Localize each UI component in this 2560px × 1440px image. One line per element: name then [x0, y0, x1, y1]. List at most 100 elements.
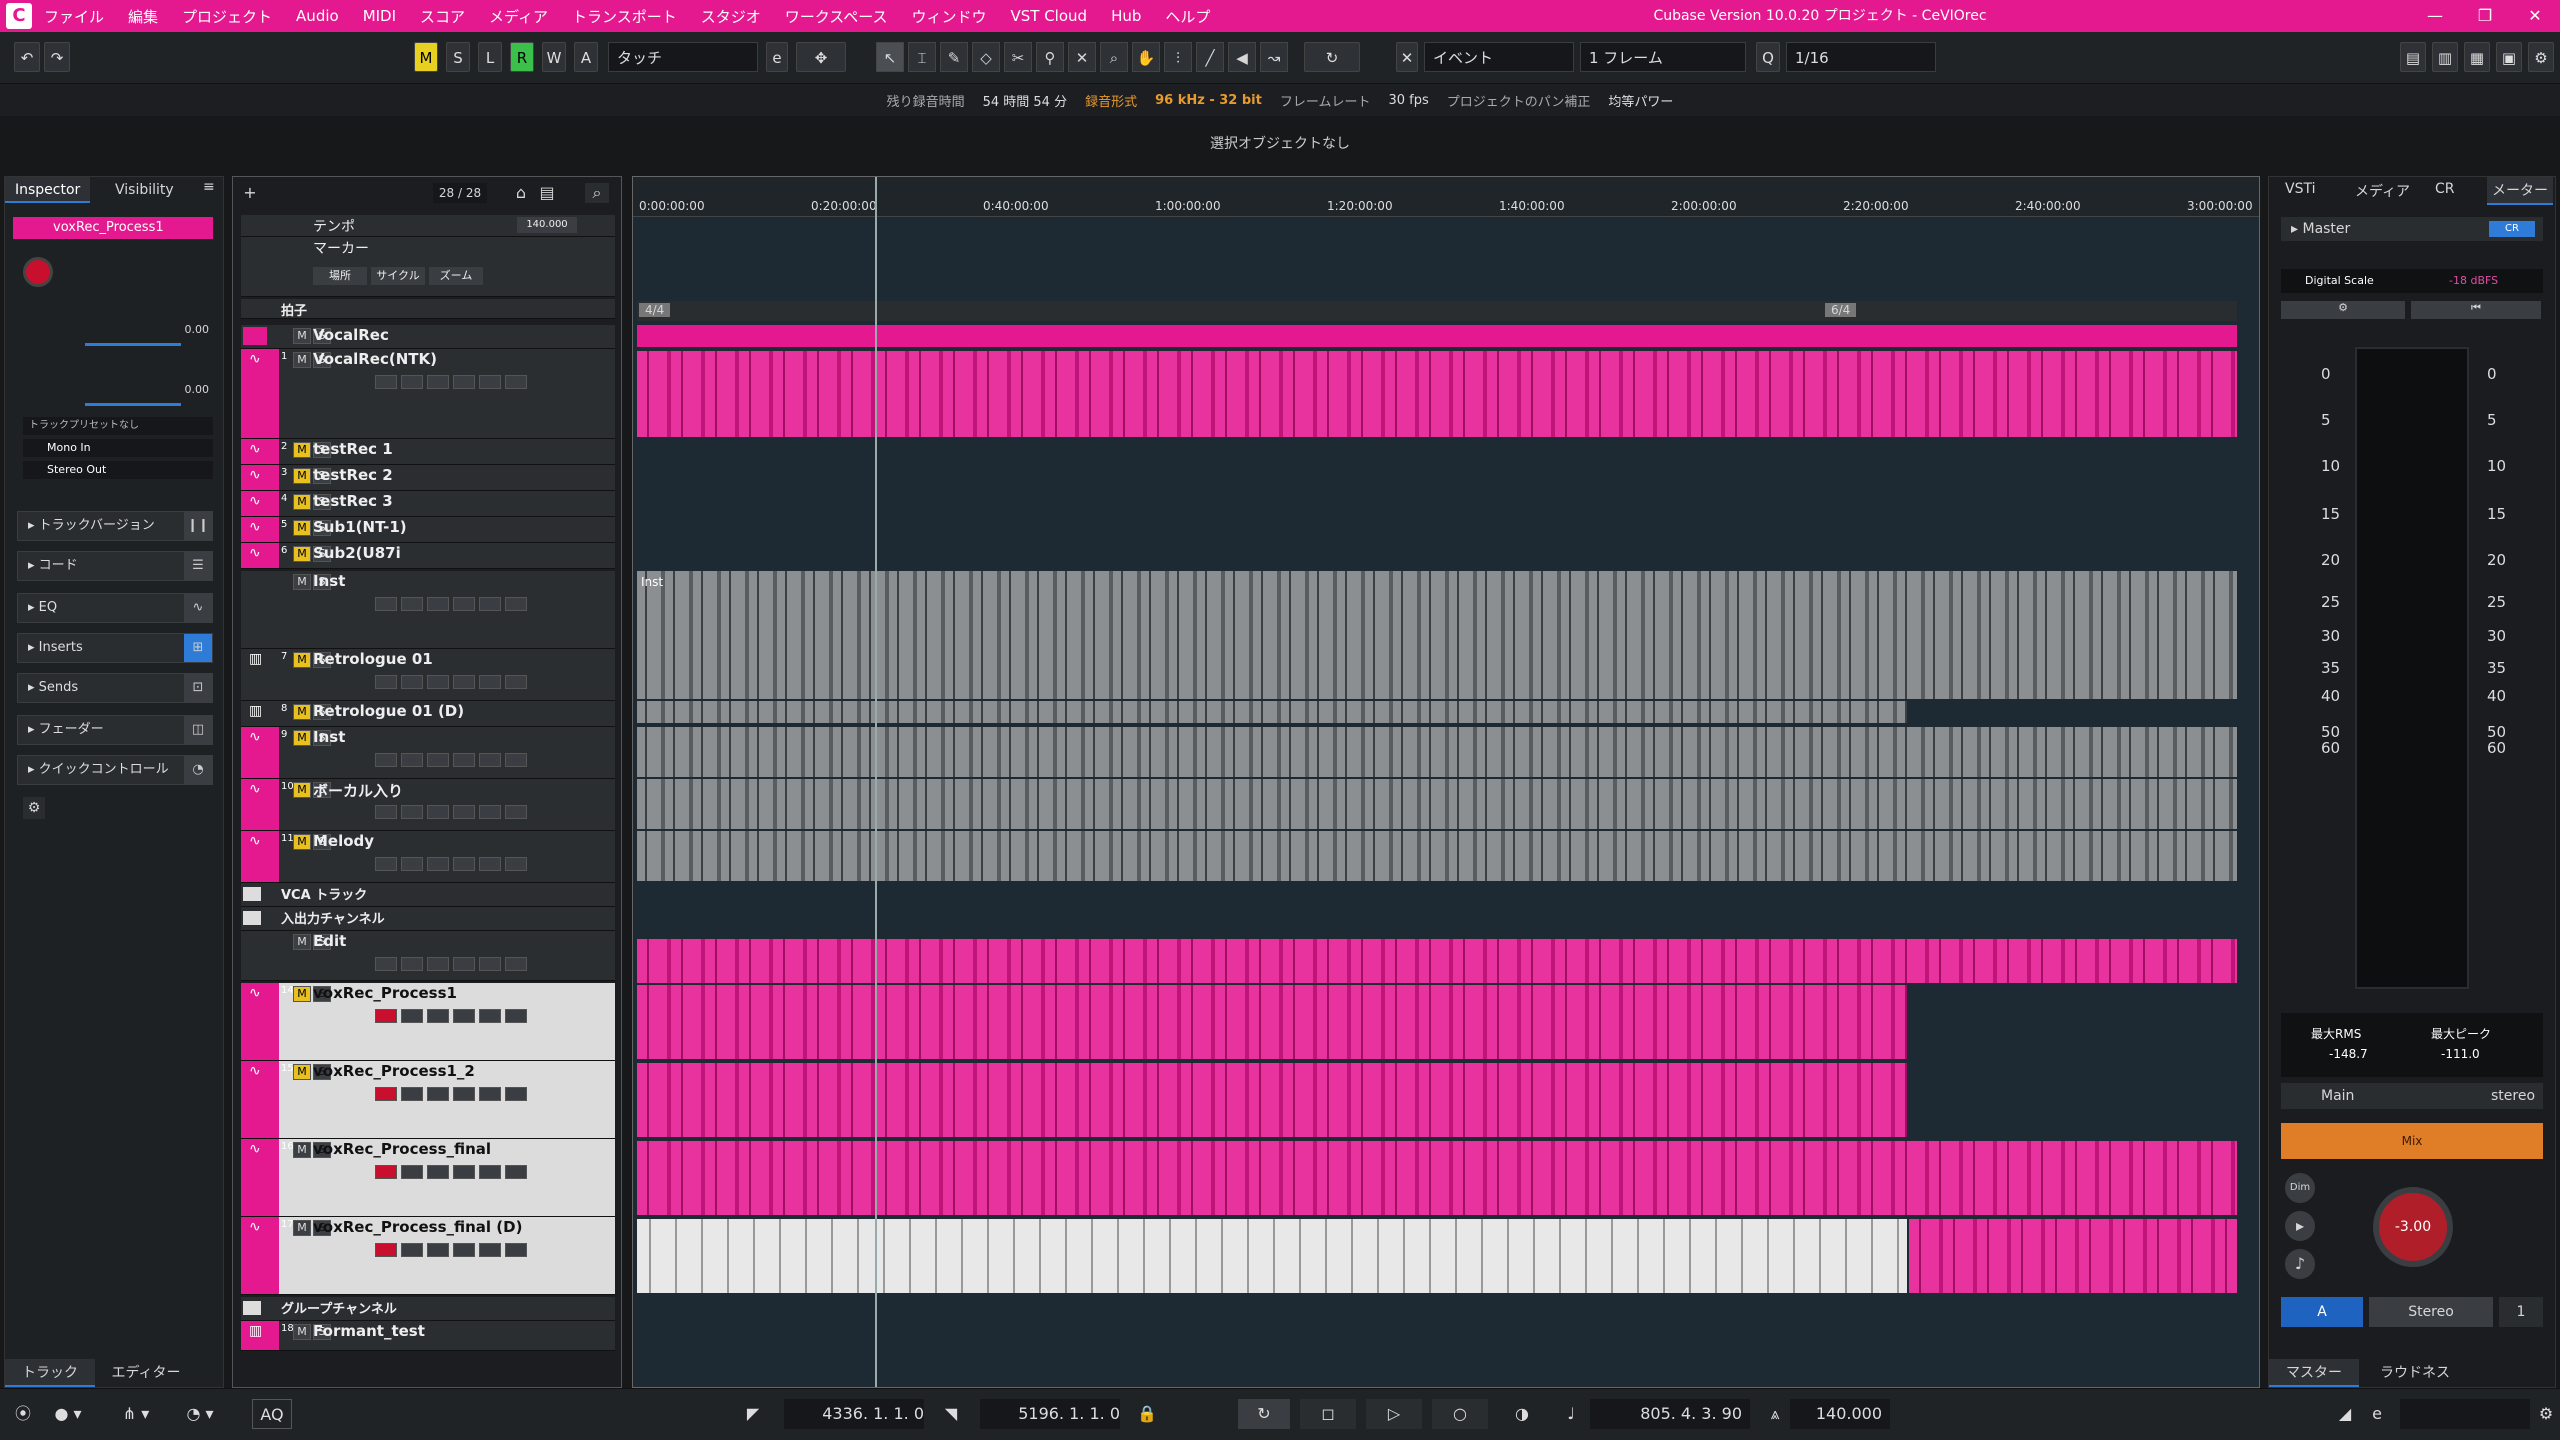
track-name[interactable]: VCA トラック	[281, 884, 367, 903]
snap-icon[interactable]: ↻	[1304, 42, 1360, 72]
section-inserts[interactable]: ▸ Inserts ⊞	[17, 633, 213, 663]
track-name[interactable]: Retrologue 01	[313, 650, 433, 668]
track-control-button[interactable]	[479, 597, 501, 611]
tool-icon[interactable]: ╱	[1196, 42, 1224, 72]
track-control-button[interactable]	[401, 957, 423, 971]
track-control-button[interactable]	[505, 753, 527, 767]
track-row[interactable]: 拍子	[241, 299, 615, 319]
monitor-stereo-button[interactable]: Stereo	[2369, 1297, 2493, 1327]
mute-button[interactable]: M	[293, 834, 311, 850]
sync-icon[interactable]: ◑	[1502, 1399, 1542, 1429]
track-control-button[interactable]	[505, 857, 527, 871]
voxrec-process1-2-clips[interactable]	[637, 1063, 1907, 1137]
track-control-button[interactable]	[505, 1009, 527, 1023]
stop-icon[interactable]: ◻	[1300, 1399, 1356, 1429]
mute-button[interactable]: M	[293, 352, 311, 368]
metronome-mode-icon[interactable]: ◔ ▾	[180, 1399, 220, 1429]
section-eq[interactable]: ▸ EQ ∿	[17, 593, 213, 623]
menu-item[interactable]: VST Cloud	[1011, 7, 1088, 25]
right-locator-icon[interactable]: ◥	[940, 1399, 962, 1429]
track-name[interactable]: Retrologue 01 (D)	[313, 702, 464, 720]
track-control-button[interactable]	[427, 1009, 449, 1023]
track-control-button[interactable]	[427, 597, 449, 611]
retrologue-clips[interactable]	[637, 649, 2237, 699]
right-locator[interactable]: 5196. 1. 1. 0	[980, 1399, 1120, 1429]
track-row[interactable]: M S Edit	[241, 931, 615, 981]
audition-button[interactable]: A	[574, 42, 598, 72]
mute-button[interactable]: M	[293, 520, 311, 536]
tab-inspector[interactable]: Inspector	[5, 177, 91, 203]
tool-icon[interactable]: ◀	[1228, 42, 1256, 72]
monitor-one-button[interactable]: 1	[2499, 1297, 2543, 1327]
pan-value[interactable]: 0.00	[85, 383, 210, 396]
track-control-button[interactable]	[453, 375, 475, 389]
tab-loudness[interactable]: ラウドネス	[2365, 1359, 2465, 1387]
quantize-icon[interactable]: Q	[1756, 42, 1780, 72]
track-row[interactable]: ▥ 18 M S Formant_test	[241, 1321, 615, 1351]
inst-clips[interactable]	[637, 727, 2237, 777]
folder-icon[interactable]	[243, 1301, 261, 1315]
track-control-button[interactable]	[453, 1087, 475, 1101]
layout-bottom-icon[interactable]: ▥	[2432, 42, 2458, 72]
tool-icon[interactable]: ✂	[1004, 42, 1032, 72]
tool-icon[interactable]: ✕	[1068, 42, 1096, 72]
section-sends[interactable]: ▸ Sends ⊡	[17, 673, 213, 703]
track-row[interactable]: ∿ 3 M StestRec 2	[241, 465, 615, 491]
track-row[interactable]: ∿ 6 M S Sub2(U87i	[241, 543, 615, 569]
track-control-button[interactable]	[479, 1165, 501, 1179]
track-control-button[interactable]	[479, 957, 501, 971]
marker-2-button[interactable]: ズーム	[429, 267, 483, 285]
automation-mode-select[interactable]: タッチ	[608, 42, 758, 72]
track-control-button[interactable]	[427, 675, 449, 689]
tool-icon[interactable]: ◇	[972, 42, 1000, 72]
record-enable-icon[interactable]	[23, 257, 53, 287]
menu-item[interactable]: ワークスペース	[785, 6, 888, 27]
track-row[interactable]: マーカー 場所 サイクル ズーム	[241, 237, 615, 297]
track-control-button[interactable]	[479, 805, 501, 819]
tool-icon[interactable]: ↝	[1260, 42, 1288, 72]
menu-item[interactable]: プロジェクト	[182, 6, 272, 27]
tab-track[interactable]: トラック	[5, 1359, 95, 1387]
maximize-button[interactable]: ❐	[2460, 0, 2510, 32]
track-name[interactable]: Sub1(NT-1)	[313, 518, 407, 536]
input-routing[interactable]: Mono In	[23, 439, 213, 457]
tool-icon[interactable]: ✋	[1132, 42, 1160, 72]
track-row[interactable]: グループチャンネル	[241, 1297, 615, 1321]
track-control-button[interactable]	[453, 597, 475, 611]
menu-item[interactable]: ウィンドウ	[911, 6, 986, 27]
quantize-select[interactable]: 1/16	[1786, 42, 1936, 72]
track-name[interactable]: VocalRec(NTK)	[313, 350, 437, 368]
track-control-button[interactable]	[453, 1165, 475, 1179]
mute-button[interactable]: M	[293, 652, 311, 668]
track-control-button[interactable]	[479, 375, 501, 389]
transport-edit-icon[interactable]: e	[2364, 1399, 2390, 1429]
metronome-icon[interactable]: ♪	[2285, 1249, 2315, 1279]
menu-item[interactable]: トランスポート	[572, 6, 677, 27]
track-name[interactable]: voxRec_Process1	[313, 984, 457, 1002]
marker-1-button[interactable]: サイクル	[371, 267, 425, 285]
track-row[interactable]: ∿ 14 M SvoxRec_Process1	[241, 983, 615, 1061]
menu-item[interactable]: 編集	[128, 6, 158, 27]
track-control-button[interactable]	[401, 805, 423, 819]
track-control-button[interactable]	[401, 1243, 423, 1257]
undo-icon[interactable]: ↶	[14, 42, 40, 72]
menu-item[interactable]: メディア	[489, 6, 548, 27]
lock-icon[interactable]: 🔒	[1136, 1399, 1158, 1429]
track-control-button[interactable]	[427, 957, 449, 971]
mute-button[interactable]: M	[293, 704, 311, 720]
inst-folder-clips[interactable]	[637, 571, 2237, 649]
track-name[interactable]: voxRec_Process_final (D)	[313, 1218, 522, 1236]
record-enable-button[interactable]	[375, 857, 397, 871]
layout-right-icon[interactable]: ▦	[2464, 42, 2490, 72]
track-control-button[interactable]	[427, 857, 449, 871]
tool-icon[interactable]: ⫶	[1164, 42, 1192, 72]
track-name[interactable]: Inst	[313, 728, 345, 746]
track-control-button[interactable]	[427, 1243, 449, 1257]
solo-mode-button[interactable]: S	[446, 42, 470, 72]
meter-reset-icon[interactable]: ⏮	[2411, 301, 2541, 319]
position-display[interactable]: 805. 4. 3. 90	[1590, 1399, 1750, 1429]
event-mode-select[interactable]: イベント	[1424, 42, 1574, 72]
track-row[interactable]: ∿ 17 M SvoxRec_Process_final (D)	[241, 1217, 615, 1295]
track-control-button[interactable]	[453, 957, 475, 971]
record-icon[interactable]: ○	[1432, 1399, 1488, 1429]
